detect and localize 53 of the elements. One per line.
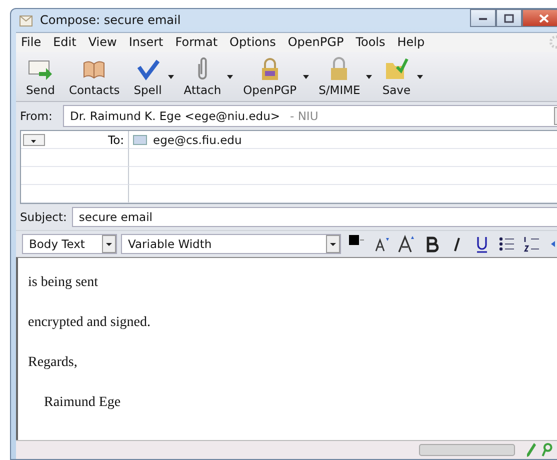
subject-field[interactable]: secure email bbox=[72, 207, 557, 228]
from-label: From: bbox=[20, 108, 54, 124]
menu-item[interactable]: Format bbox=[170, 35, 223, 50]
menu-item[interactable]: File bbox=[16, 35, 46, 50]
larger-font-icon[interactable] bbox=[398, 234, 416, 254]
menu-item[interactable]: Insert bbox=[124, 35, 168, 50]
body-text: Raimund Ege bbox=[43, 394, 122, 412]
recipient-type-cell[interactable] bbox=[21, 149, 129, 168]
close-icon bbox=[539, 14, 549, 22]
dropdown-arrow-icon[interactable] bbox=[416, 74, 423, 79]
paragraph-style-dropdown[interactable]: Body Text bbox=[22, 234, 117, 254]
toolbar-button[interactable]: Save bbox=[378, 54, 415, 99]
dropdown-arrow-icon[interactable] bbox=[227, 74, 234, 79]
toolbar-button[interactable]: Attach bbox=[180, 54, 226, 99]
toolbar-button[interactable]: Spell bbox=[130, 54, 166, 99]
toolbar-button[interactable]: Send bbox=[22, 54, 59, 99]
recipient-type-cell[interactable] bbox=[21, 185, 129, 204]
menu-item[interactable]: Edit bbox=[48, 35, 82, 50]
folder-check-icon bbox=[383, 56, 410, 81]
menu-item[interactable]: Options bbox=[224, 35, 281, 50]
contact-card-icon bbox=[133, 134, 147, 145]
menu-item[interactable]: OpenPGP bbox=[282, 35, 349, 50]
toolbar-button[interactable]: OpenPGP bbox=[239, 54, 301, 99]
numbered-list-icon[interactable] bbox=[523, 234, 541, 254]
dropdown-arrow-icon[interactable] bbox=[168, 74, 174, 79]
minimize-button[interactable] bbox=[470, 9, 496, 27]
body-text: Regards, bbox=[28, 354, 78, 372]
toolbar-button[interactable]: S/MIME bbox=[314, 54, 364, 99]
body-text: is being sent bbox=[28, 274, 99, 292]
recipient-type: To: bbox=[108, 132, 124, 147]
paperclip-icon bbox=[198, 56, 207, 81]
dropdown-arrow-icon[interactable] bbox=[302, 74, 309, 79]
maximize-icon bbox=[504, 14, 514, 22]
account-name: - NIU bbox=[290, 109, 318, 124]
menu-item[interactable]: Tools bbox=[350, 35, 390, 50]
dropdown-arrow-icon[interactable] bbox=[366, 74, 372, 79]
font-dropdown[interactable]: Variable Width bbox=[121, 234, 341, 254]
menu-item[interactable]: Help bbox=[392, 35, 430, 50]
pencil-icon bbox=[525, 442, 537, 458]
from-dropdown[interactable]: Dr. Raimund K. Ege <ege@niu.edu> - NIU bbox=[63, 105, 557, 128]
subject-label: Subject: bbox=[20, 209, 67, 226]
body-text: encrypted and signed. bbox=[28, 314, 152, 332]
window-title: Compose: secure email bbox=[40, 13, 181, 28]
maximize-button[interactable] bbox=[496, 9, 522, 27]
sender-address: Dr. Raimund K. Ege <ege@niu.edu> bbox=[70, 109, 280, 124]
close-button[interactable] bbox=[522, 9, 557, 27]
toolbar-button[interactable]: Contacts bbox=[64, 54, 124, 99]
message-body[interactable]: is being sent encrypted and signed. Regards, Raimund Ege bbox=[16, 257, 557, 440]
menu-item[interactable]: View bbox=[83, 35, 122, 50]
recipient-address[interactable]: ege@cs.fiu.edu bbox=[153, 132, 242, 147]
minimize-icon bbox=[478, 15, 488, 21]
type-dropdown-icon[interactable] bbox=[23, 134, 45, 146]
recipient-type-cell[interactable] bbox=[21, 167, 129, 186]
